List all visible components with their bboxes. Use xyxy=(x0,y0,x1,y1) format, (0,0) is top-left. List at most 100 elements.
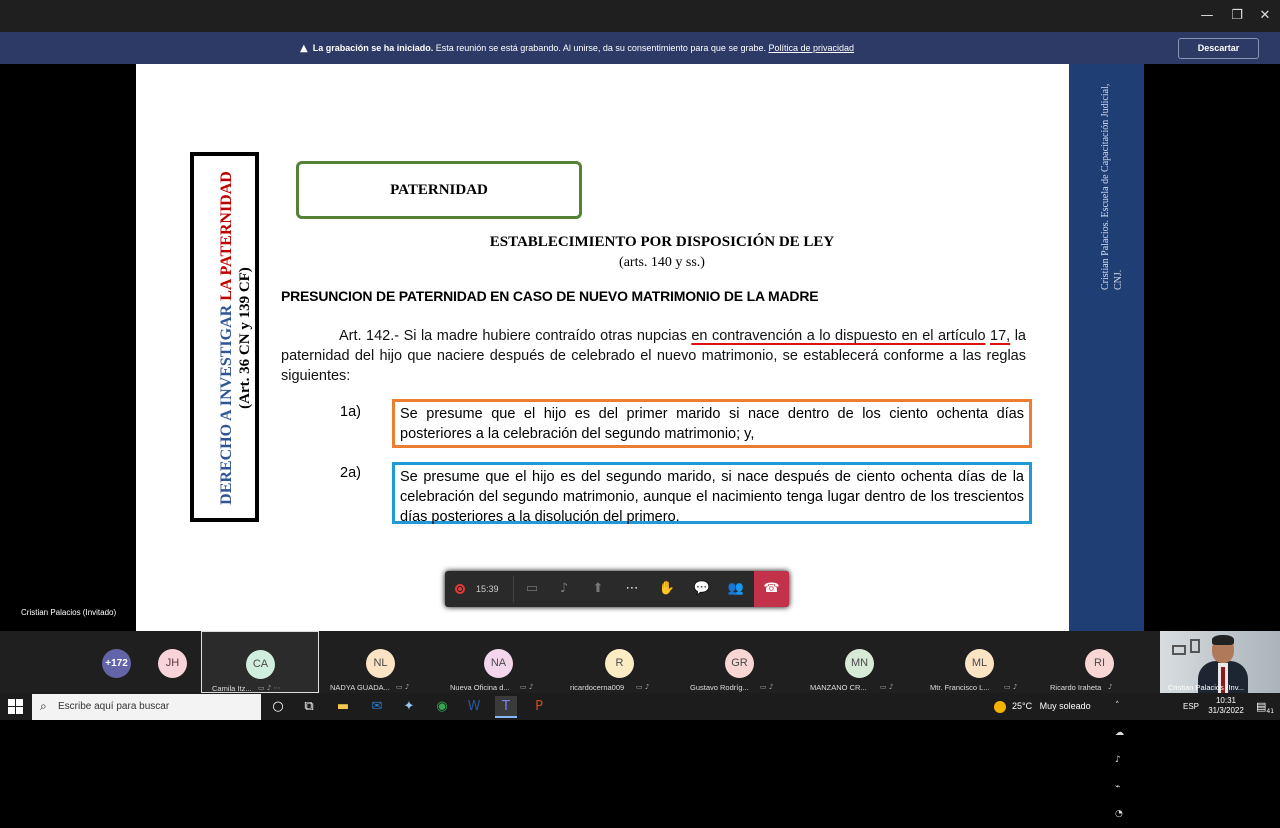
more-participants-button[interactable]: +172 xyxy=(102,649,131,678)
clock[interactable]: 10:31 31/3/2022 xyxy=(1196,696,1256,716)
slide-side-text-1: Cristian Palacios. Escuela de Capacitaci… xyxy=(1100,83,1111,290)
avatar: NL xyxy=(366,649,395,678)
powerpoint-icon[interactable]: P xyxy=(528,696,550,718)
weather-text: Muy soleado xyxy=(1039,701,1091,711)
section-subtitle: (arts. 140 y ss.) xyxy=(619,255,705,270)
vertical-title-part2: LA PATERNIDAD xyxy=(218,171,235,301)
search-placeholder: Escribe aquí para buscar xyxy=(58,701,170,712)
close-icon[interactable]: ✕ xyxy=(1254,6,1276,26)
participant-tile[interactable]: MN MANZANO CR... ▭ ♪ xyxy=(800,631,918,693)
clock-date: 31/3/2022 xyxy=(1208,706,1244,715)
warning-icon: ▲ xyxy=(300,43,308,54)
cortana-icon[interactable]: ○ xyxy=(267,696,289,718)
participants-strip: CA Camila Itz... ▭ ♪ ⋯ NL NADYA GUADA...… xyxy=(0,631,1280,693)
search-icon: ⌕ xyxy=(40,699,47,713)
recording-banner: ▲ La grabación se ha iniciado. Esta reuni… xyxy=(0,32,1280,64)
word-icon[interactable]: W xyxy=(463,696,485,718)
shared-screen: DERECHO A INVESTIGAR LA PATERNIDAD (Art.… xyxy=(0,64,1280,631)
chat-icon[interactable]: 💬 xyxy=(688,571,716,607)
tray-icons[interactable]: ˄ ☁ ♪ ⌁ ◔ xyxy=(1115,693,1128,828)
file-explorer-icon[interactable]: ▬ xyxy=(332,696,354,718)
mic-muted-icon: ♪ xyxy=(1108,683,1113,691)
participant-tile[interactable]: NL NADYA GUADA... ▭ ♪ xyxy=(320,631,438,693)
clock-time: 10:31 xyxy=(1215,696,1237,705)
chrome-icon[interactable]: ◉ xyxy=(431,696,453,718)
banner-bold: La grabación se ha iniciado. xyxy=(312,43,434,53)
mic-off-icon[interactable]: ♪ xyxy=(550,571,578,607)
mic-muted-icon: ▭ ♪ xyxy=(880,683,894,691)
teams-icon[interactable]: T xyxy=(495,696,517,718)
taskbar: ⌕ Escribe aquí para buscar ○ ⧉ ▬ ✉ ✦ ◉ W… xyxy=(0,693,1280,819)
app-icon[interactable]: ✦ xyxy=(398,696,420,718)
item2-label: 2a) xyxy=(340,465,361,481)
article-text-1: Art. 142.- Si la madre hubiere contraído… xyxy=(339,328,692,344)
privacy-link[interactable]: Política de privacidad xyxy=(768,43,854,53)
outlook-icon[interactable]: ✉ xyxy=(366,696,388,718)
banner-text: Esta reunión se está grabando. Al unirse… xyxy=(433,43,769,53)
participant-name: NADYA GUADA... xyxy=(330,683,390,692)
mic-muted-icon: ▭ ♪ xyxy=(1004,683,1018,691)
notification-count: 41 xyxy=(1266,708,1275,716)
sun-icon xyxy=(994,700,1006,713)
notifications-icon[interactable]: ▤41 xyxy=(1253,693,1277,725)
vertical-title-part1: DERECHO A INVESTIGAR xyxy=(218,300,235,505)
hang-up-button[interactable]: ☎ xyxy=(754,571,789,607)
vertical-title: DERECHO A INVESTIGAR LA PATERNIDAD (Art.… xyxy=(218,168,254,508)
participant-name: ricardocerna009 xyxy=(570,683,625,692)
discard-button[interactable]: Descartar xyxy=(1178,38,1259,59)
presentation-slide: DERECHO A INVESTIGAR LA PATERNIDAD (Art.… xyxy=(136,64,1144,631)
participant-tile[interactable]: R ricardocerna009 ▭ ♪ xyxy=(560,631,678,693)
item2-box: Se presume que el hijo es del segundo ma… xyxy=(392,462,1032,525)
minimize-icon[interactable]: — xyxy=(1196,6,1218,26)
window-titlebar: — ❐ ✕ xyxy=(0,0,1280,32)
meeting-controls: 15:39 ▭ ♪ ⬆ ⋯ ✋ 💬 👥 ☎ xyxy=(445,571,789,607)
avatar: RI xyxy=(1085,649,1114,678)
article-underlined-2: 17, xyxy=(990,328,1011,344)
raise-hand-icon[interactable]: ✋ xyxy=(653,571,681,607)
recording-icon xyxy=(455,584,465,594)
participant-tile[interactable]: CA Camila Itz... ▭ ♪ ⋯ xyxy=(201,631,319,693)
slide-sidebar-text: Cristian Palacios. Escuela de Capacitaci… xyxy=(1099,0,1124,290)
participant-name: MANZANO CR... xyxy=(810,683,867,692)
restore-icon[interactable]: ❐ xyxy=(1226,6,1248,26)
camera-name: Cristian Palacios (Inv... xyxy=(1168,683,1245,692)
task-view-icon[interactable]: ⧉ xyxy=(298,696,320,718)
participant-name: Ricardo Iraheta xyxy=(1050,683,1102,692)
participant-tile[interactable]: GR Gustavo Rodríg... ▭ ♪ xyxy=(680,631,798,693)
article-paragraph: Art. 142.- Si la madre hubiere contraído… xyxy=(281,326,1026,386)
participants-icon[interactable]: 👥 xyxy=(722,571,750,607)
presenter-camera[interactable]: Cristian Palacios (Inv... xyxy=(1160,631,1280,693)
presenter-label: Cristian Palacios (Invitado) xyxy=(21,608,117,617)
camera-off-icon[interactable]: ▭ xyxy=(518,571,546,607)
banner-message: ▲ La grabación se ha iniciado. Esta reuni… xyxy=(300,32,854,64)
avatar: MN xyxy=(845,649,874,678)
avatar: GR xyxy=(725,649,754,678)
vertical-title-sub: (Art. 36 CN y 139 CF) xyxy=(237,267,253,409)
participant-tile[interactable]: NA Nueva Oficina d... ▭ ♪ xyxy=(440,631,558,693)
avatar: NA xyxy=(484,649,513,678)
temperature: 25°C xyxy=(1012,701,1033,711)
paternidad-box: PATERNIDAD xyxy=(296,161,582,219)
mic-muted-icon: ▭ ♪ ⋯ xyxy=(258,684,281,692)
avatar: R xyxy=(605,649,634,678)
recording-time: 15:39 xyxy=(476,584,499,594)
participant-tile[interactable]: RI Ricardo Iraheta ♪ xyxy=(1040,631,1158,693)
slide-heading: PRESUNCION DE PATERNIDAD EN CASO DE NUEV… xyxy=(281,288,819,304)
taskbar-search-input[interactable]: ⌕ Escribe aquí para buscar xyxy=(32,694,261,720)
windows-start-icon[interactable] xyxy=(8,699,24,715)
avatar: ML xyxy=(965,649,994,678)
share-screen-icon[interactable]: ⬆ xyxy=(584,571,612,607)
article-underlined-1: en contravención a lo dispuesto en el ar… xyxy=(691,328,986,344)
avatar[interactable]: JH xyxy=(158,649,187,678)
participant-tile[interactable]: ML Mtr. Francisco L... ▭ ♪ xyxy=(920,631,1038,693)
item1-box: Se presume que el hijo es del primer mar… xyxy=(392,399,1032,448)
weather-widget[interactable]: 25°C Muy soleado xyxy=(990,693,1091,720)
participant-name: Nueva Oficina d... xyxy=(450,683,510,692)
item1-label: 1a) xyxy=(340,404,361,420)
mic-muted-icon: ▭ ♪ xyxy=(760,683,774,691)
mic-muted-icon: ▭ ♪ xyxy=(636,683,650,691)
slide-side-text-2: CNJ. xyxy=(1113,269,1124,290)
avatar: CA xyxy=(246,650,275,679)
more-options-icon[interactable]: ⋯ xyxy=(618,571,646,607)
mic-muted-icon: ▭ ♪ xyxy=(396,683,410,691)
